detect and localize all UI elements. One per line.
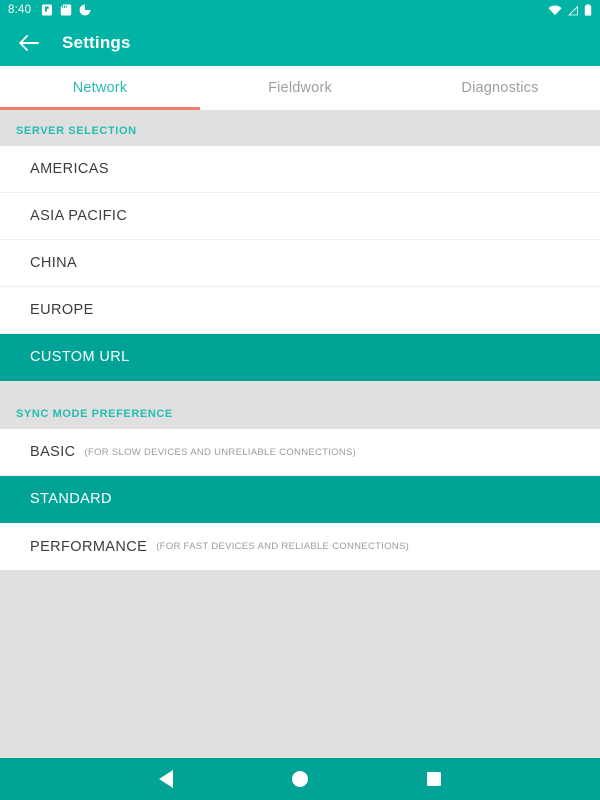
- list-item-europe[interactable]: EUROPE: [0, 287, 600, 334]
- sync-mode-list: BASIC (FOR SLOW DEVICES AND UNRELIABLE C…: [0, 429, 600, 570]
- list-item-americas[interactable]: AMERICAS: [0, 146, 600, 193]
- nav-back-button[interactable]: [149, 762, 183, 796]
- list-item-asia-pacific[interactable]: ASIA PACIFIC: [0, 193, 600, 240]
- status-bar-notification-icons: [41, 4, 91, 16]
- list-item-label: STANDARD: [30, 491, 112, 507]
- battery-icon: [584, 4, 592, 16]
- status-bar: 8:40: [0, 0, 600, 20]
- tab-fieldwork[interactable]: Fieldwork: [200, 66, 400, 110]
- content-filler: [0, 570, 600, 730]
- note-icon: [42, 4, 53, 16]
- app-bar: Settings: [0, 20, 600, 66]
- wifi-icon: [548, 4, 562, 15]
- list-item-performance[interactable]: PERFORMANCE (FOR FAST DEVICES AND RELIAB…: [0, 523, 600, 570]
- nav-home-button[interactable]: [283, 762, 317, 796]
- list-item-label: BASIC: [30, 444, 76, 460]
- list-item-label: ASIA PACIFIC: [30, 208, 128, 224]
- list-item-label: PERFORMANCE: [30, 538, 148, 555]
- section-divider: [0, 381, 600, 393]
- list-item-label: CUSTOM URL: [30, 349, 130, 365]
- list-item-label: AMERICAS: [30, 161, 109, 177]
- arrow-left-icon: [19, 35, 39, 51]
- status-bar-system-icons: [548, 4, 592, 16]
- list-item-label: EUROPE: [30, 302, 94, 318]
- system-navigation-bar: [0, 758, 600, 800]
- settings-content: SERVER SELECTION AMERICAS ASIA PACIFIC C…: [0, 110, 600, 758]
- list-item-basic[interactable]: BASIC (FOR SLOW DEVICES AND UNRELIABLE C…: [0, 429, 600, 476]
- page-title: Settings: [62, 33, 131, 52]
- list-item-china[interactable]: CHINA: [0, 240, 600, 287]
- list-item-label: CHINA: [30, 255, 78, 271]
- back-button[interactable]: [16, 30, 42, 56]
- server-selection-list: AMERICAS ASIA PACIFIC CHINA EUROPE CUSTO…: [0, 146, 600, 381]
- list-item-sublabel: (FOR FAST DEVICES AND RELIABLE CONNECTIO…: [156, 541, 410, 552]
- list-item-custom-url[interactable]: CUSTOM URL: [0, 334, 600, 381]
- tab-network[interactable]: Network: [0, 66, 200, 110]
- pie-chart-icon: [79, 4, 91, 16]
- list-item-sublabel: (FOR SLOW DEVICES AND UNRELIABLE CONNECT…: [84, 446, 357, 458]
- status-bar-clock: 8:40: [8, 4, 32, 16]
- signal-icon: [568, 5, 578, 15]
- nav-recents-button[interactable]: [417, 762, 451, 796]
- list-item-standard[interactable]: STANDARD: [0, 476, 600, 523]
- tab-diagnostics[interactable]: Diagnostics: [400, 66, 600, 110]
- square-recents-icon: [427, 772, 441, 786]
- sd-card-icon: [60, 4, 72, 16]
- section-header-sync-mode-preference: SYNC MODE PREFERENCE: [0, 393, 600, 429]
- section-header-server-selection: SERVER SELECTION: [0, 110, 600, 146]
- triangle-back-icon: [159, 770, 173, 788]
- tab-bar: Network Fieldwork Diagnostics: [0, 66, 600, 110]
- phone-screen: 8:40 Settings Network Fieldwork Diagnost…: [0, 0, 600, 800]
- circle-home-icon: [292, 771, 308, 787]
